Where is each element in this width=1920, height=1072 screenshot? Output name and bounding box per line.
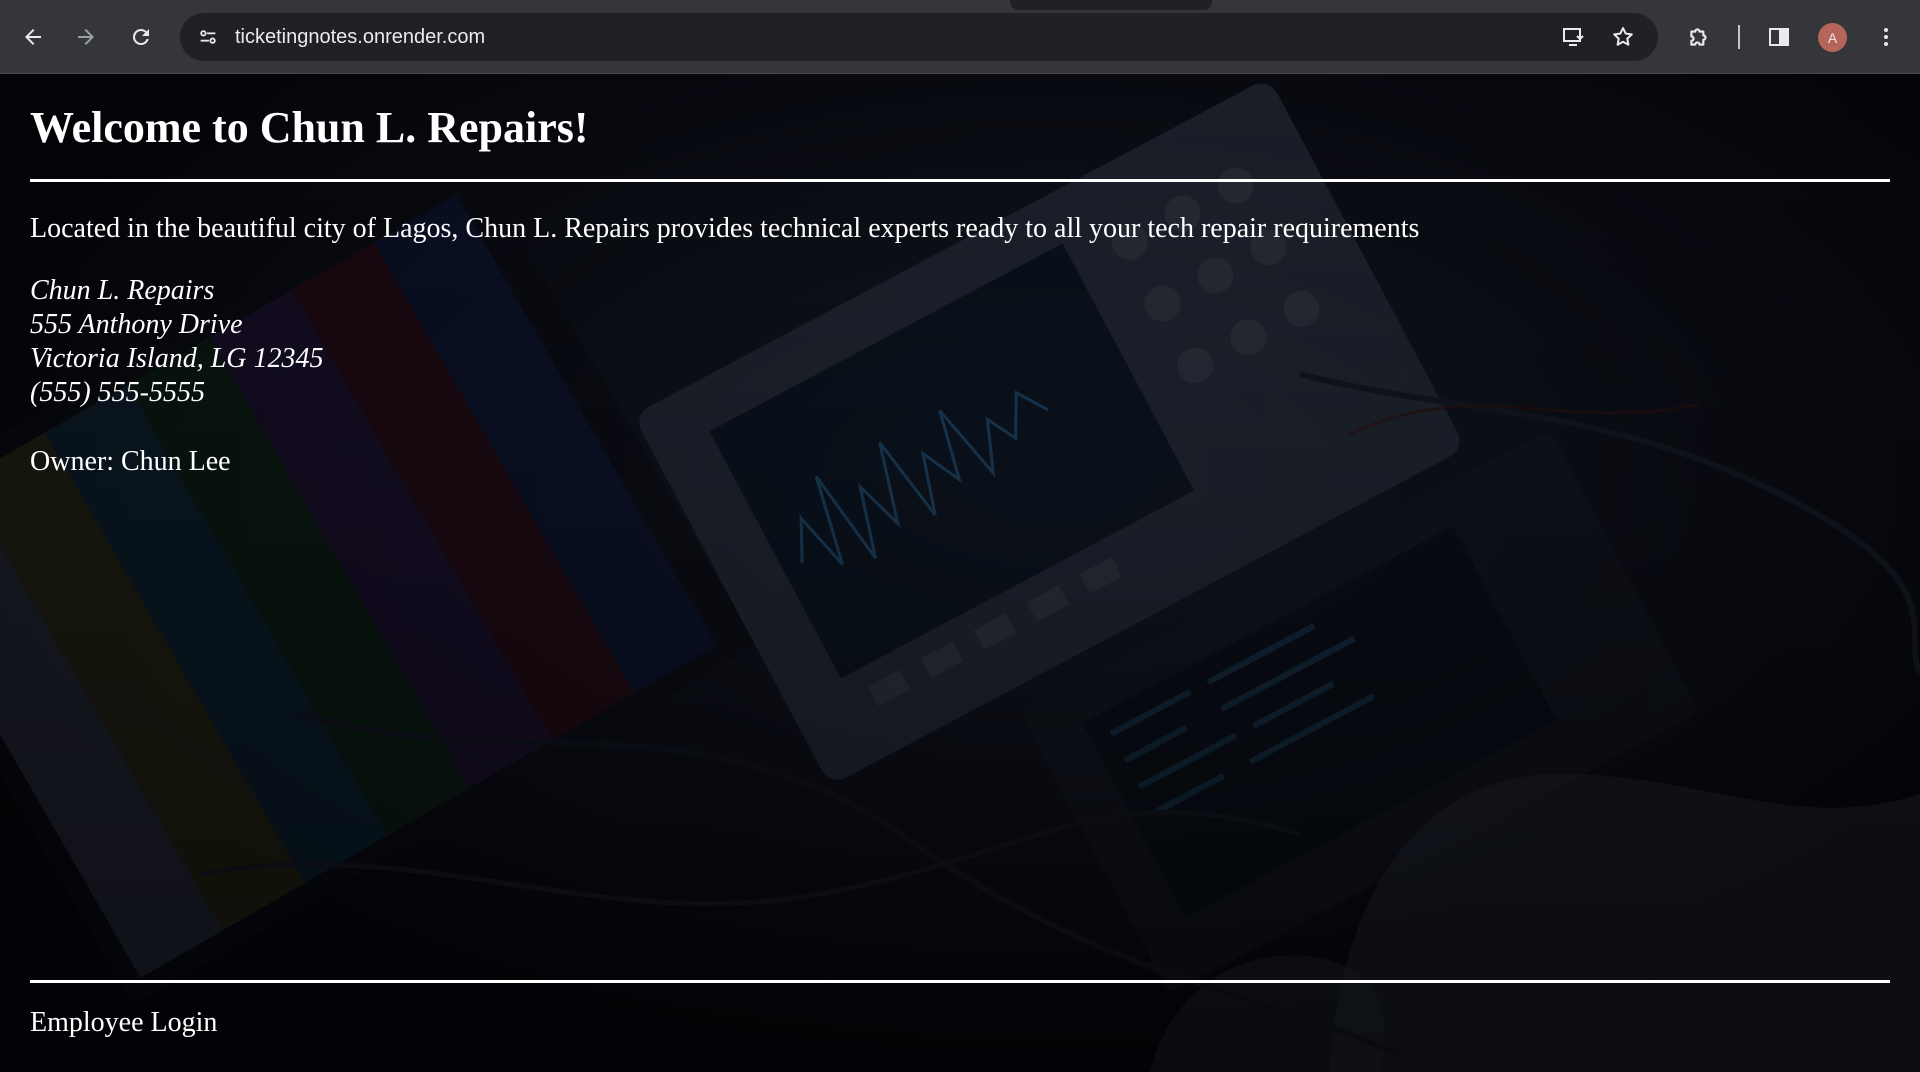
business-address: Chun L. Repairs 555 Anthony Drive Victor… xyxy=(30,274,323,410)
profile-avatar[interactable]: A xyxy=(1818,23,1847,52)
header-divider xyxy=(30,179,1890,182)
address-phone: (555) 555-5555 xyxy=(30,377,205,408)
site-info-button[interactable] xyxy=(192,21,224,53)
toolbar-divider xyxy=(1738,25,1740,49)
page-content: Welcome to Chun L. Repairs! Located in t… xyxy=(30,74,1890,1072)
star-icon xyxy=(1613,27,1633,46)
browser-menu-button[interactable] xyxy=(1868,19,1904,55)
owner-text: Owner: Chun Lee xyxy=(30,446,231,477)
footer-divider xyxy=(30,980,1890,983)
address-business-name: Chun L. Repairs xyxy=(30,275,215,306)
back-button[interactable] xyxy=(15,19,51,55)
arrow-right-icon xyxy=(78,29,94,45)
page-viewport: Welcome to Chun L. Repairs! Located in t… xyxy=(0,74,1920,1072)
side-panel-icon xyxy=(1769,28,1789,46)
arrow-left-icon xyxy=(25,29,41,45)
reload-icon xyxy=(133,28,149,45)
intro-paragraph: Located in the beautiful city of Lagos, … xyxy=(30,213,1420,244)
puzzle-icon xyxy=(1690,28,1707,46)
kebab-menu-icon xyxy=(1884,28,1888,46)
url-text[interactable]: ticketingnotes.onrender.com xyxy=(235,25,485,49)
address-city: Victoria Island, LG 12345 xyxy=(30,343,324,374)
address-bar[interactable]: ticketingnotes.onrender.com xyxy=(180,13,1658,61)
browser-toolbar: ticketingnotes.onrender.com A xyxy=(0,0,1920,74)
forward-button[interactable] xyxy=(68,19,104,55)
install-app-button[interactable] xyxy=(1558,21,1590,53)
install-desktop-icon xyxy=(1563,28,1584,46)
address-street: 555 Anthony Drive xyxy=(30,309,243,340)
reload-button[interactable] xyxy=(123,19,159,55)
tab-strip-edge xyxy=(1010,0,1212,10)
employee-login-link[interactable]: Employee Login xyxy=(30,1006,217,1040)
extensions-button[interactable] xyxy=(1681,19,1717,55)
side-panel-button[interactable] xyxy=(1761,19,1797,55)
page-title: Welcome to Chun L. Repairs! xyxy=(30,103,589,152)
bookmark-button[interactable] xyxy=(1607,21,1639,53)
tune-icon xyxy=(200,30,216,44)
